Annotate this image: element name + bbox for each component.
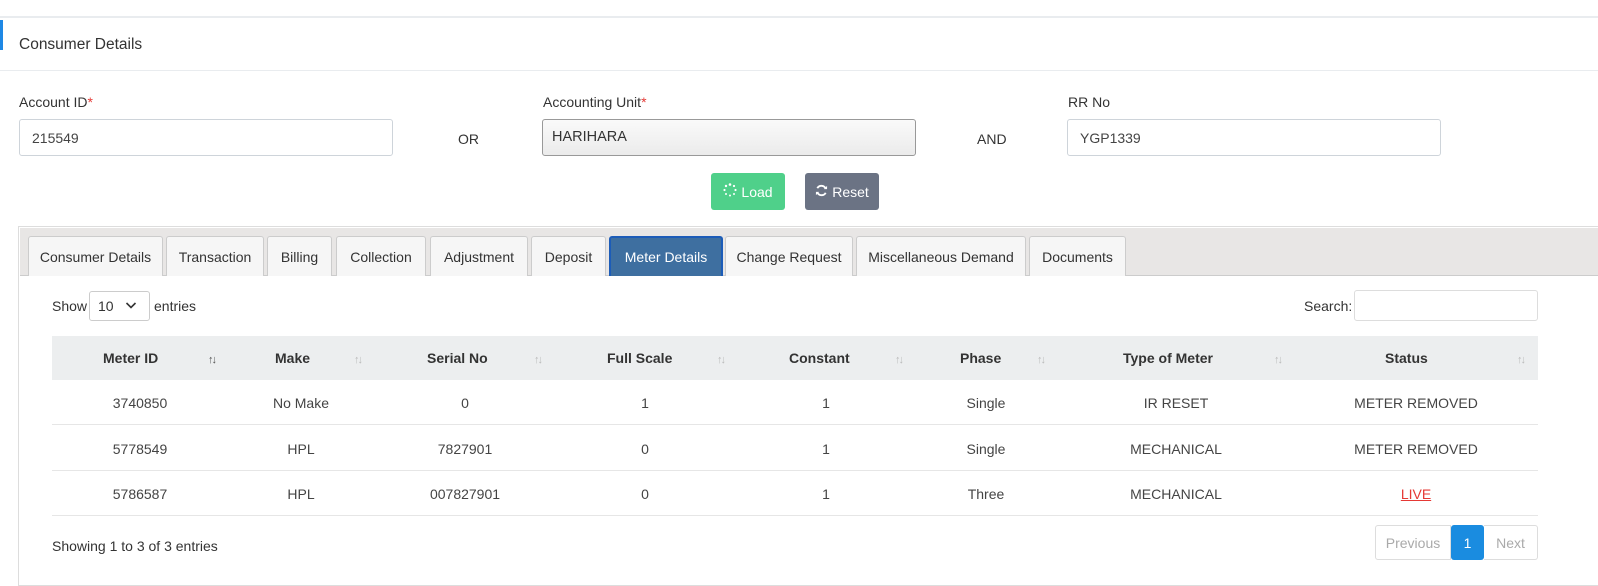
refresh-icon	[815, 184, 828, 200]
column-header-phase[interactable]: Phase	[960, 350, 1001, 366]
tab-collection[interactable]: Collection	[336, 236, 426, 276]
sort-asc-icon[interactable]: ↑↓	[208, 354, 217, 366]
cell-type-of-meter: IR RESET	[1143, 395, 1209, 411]
table-row: 5786587 HPL 007827901 0 1 Three MECHANIC…	[52, 471, 1538, 516]
and-label: AND	[977, 131, 1007, 147]
accounting-unit-label: Accounting Unit*	[543, 94, 647, 110]
cell-meter-id: 3740850	[112, 395, 168, 411]
column-header-serial-no[interactable]: Serial No	[427, 350, 488, 366]
column-header-status[interactable]: Status	[1385, 350, 1428, 366]
page-title: Consumer Details	[19, 36, 143, 53]
header-accent	[0, 20, 3, 50]
table-header: Meter ID ↑↓ Make ↑↓ Serial No ↑↓ Full Sc…	[52, 336, 1538, 380]
tab-deposit[interactable]: Deposit	[531, 236, 606, 276]
card-header: Consumer Details	[0, 20, 1598, 71]
tab-miscellaneous-demand[interactable]: Miscellaneous Demand	[856, 236, 1026, 276]
cell-make: HPL	[287, 441, 315, 457]
cell-make: HPL	[287, 486, 315, 502]
top-bar	[0, 0, 1598, 18]
cell-constant: 1	[822, 486, 830, 502]
column-header-constant[interactable]: Constant	[789, 350, 850, 366]
sort-icon[interactable]: ↑↓	[895, 354, 904, 366]
cell-serial-no: 0	[461, 395, 469, 411]
sort-icon[interactable]: ↑↓	[354, 354, 363, 366]
reset-button-label: Reset	[832, 183, 869, 200]
tab-consumer-details[interactable]: Consumer Details	[28, 236, 163, 276]
cell-status: METER REMOVED	[1354, 441, 1478, 457]
column-header-full-scale[interactable]: Full Scale	[607, 350, 672, 366]
reset-button[interactable]: Reset	[805, 173, 879, 210]
entries-length-value: 10	[98, 298, 114, 314]
load-button[interactable]: Load	[711, 173, 785, 210]
cell-serial-no: 7827901	[437, 441, 493, 457]
sort-icon[interactable]: ↑↓	[534, 354, 543, 366]
table-info: Showing 1 to 3 of 3 entries	[52, 538, 218, 554]
cell-full-scale: 0	[641, 486, 649, 502]
search-label: Search:	[1304, 298, 1353, 314]
pagination-next[interactable]: Next	[1484, 525, 1538, 560]
required-mark: *	[87, 94, 93, 110]
pagination-previous[interactable]: Previous	[1375, 525, 1451, 560]
sort-icon[interactable]: ↑↓	[717, 354, 726, 366]
table-row: 5778549 HPL 7827901 0 1 Single MECHANICA…	[52, 426, 1538, 471]
cell-serial-no: 007827901	[429, 486, 501, 502]
cell-status: METER REMOVED	[1354, 395, 1478, 411]
column-header-meter-id[interactable]: Meter ID	[103, 350, 158, 366]
tab-change-request[interactable]: Change Request	[725, 236, 853, 276]
table-row: 3740850 No Make 0 1 1 Single IR RESET ME…	[52, 380, 1538, 425]
cell-type-of-meter: MECHANICAL	[1130, 441, 1222, 457]
column-header-type-of-meter[interactable]: Type of Meter	[1123, 350, 1213, 366]
required-mark: *	[641, 94, 647, 110]
tab-adjustment[interactable]: Adjustment	[430, 236, 528, 276]
account-id-label: Account ID*	[19, 94, 93, 110]
show-label: Show	[52, 298, 88, 314]
cell-meter-id: 5778549	[112, 441, 168, 457]
cell-make: No Make	[272, 395, 330, 411]
search-input[interactable]	[1354, 290, 1538, 321]
entries-label: entries	[154, 298, 197, 314]
tab-transaction[interactable]: Transaction	[166, 236, 264, 276]
cell-phase: Single	[966, 395, 1006, 411]
chevron-down-icon	[125, 298, 137, 314]
pagination-page-1[interactable]: 1	[1451, 525, 1484, 560]
accounting-unit-label-text: Accounting Unit	[543, 94, 642, 110]
tab-strip: Consumer Details Transaction Billing Col…	[20, 228, 1598, 276]
sort-icon[interactable]: ↑↓	[1274, 354, 1283, 366]
spinner-icon	[723, 183, 738, 200]
cell-constant: 1	[822, 441, 830, 457]
load-button-label: Load	[741, 183, 773, 200]
cell-constant: 1	[822, 395, 830, 411]
cell-phase: Single	[966, 441, 1006, 457]
cell-type-of-meter: MECHANICAL	[1130, 486, 1222, 502]
accounting-unit-select[interactable]: HARIHARA	[542, 119, 916, 156]
account-id-label-text: Account ID	[19, 94, 88, 110]
column-header-make[interactable]: Make	[275, 350, 310, 366]
or-label: OR	[458, 131, 479, 147]
rr-no-input[interactable]: YGP1339	[1067, 119, 1441, 156]
tab-meter-details[interactable]: Meter Details	[609, 236, 723, 276]
tab-documents[interactable]: Documents	[1029, 236, 1126, 276]
cell-full-scale: 0	[641, 441, 649, 457]
tab-billing[interactable]: Billing	[267, 236, 332, 276]
cell-full-scale: 1	[641, 395, 649, 411]
sort-icon[interactable]: ↑↓	[1517, 354, 1526, 366]
sort-icon[interactable]: ↑↓	[1037, 354, 1046, 366]
account-id-input[interactable]: 215549	[19, 119, 393, 156]
cell-status-live-link[interactable]: LIVE	[1401, 486, 1431, 502]
rr-no-label: RR No	[1068, 94, 1111, 110]
entries-length-select[interactable]: 10	[89, 291, 150, 321]
cell-phase: Three	[967, 486, 1005, 502]
cell-meter-id: 5786587	[112, 486, 168, 502]
